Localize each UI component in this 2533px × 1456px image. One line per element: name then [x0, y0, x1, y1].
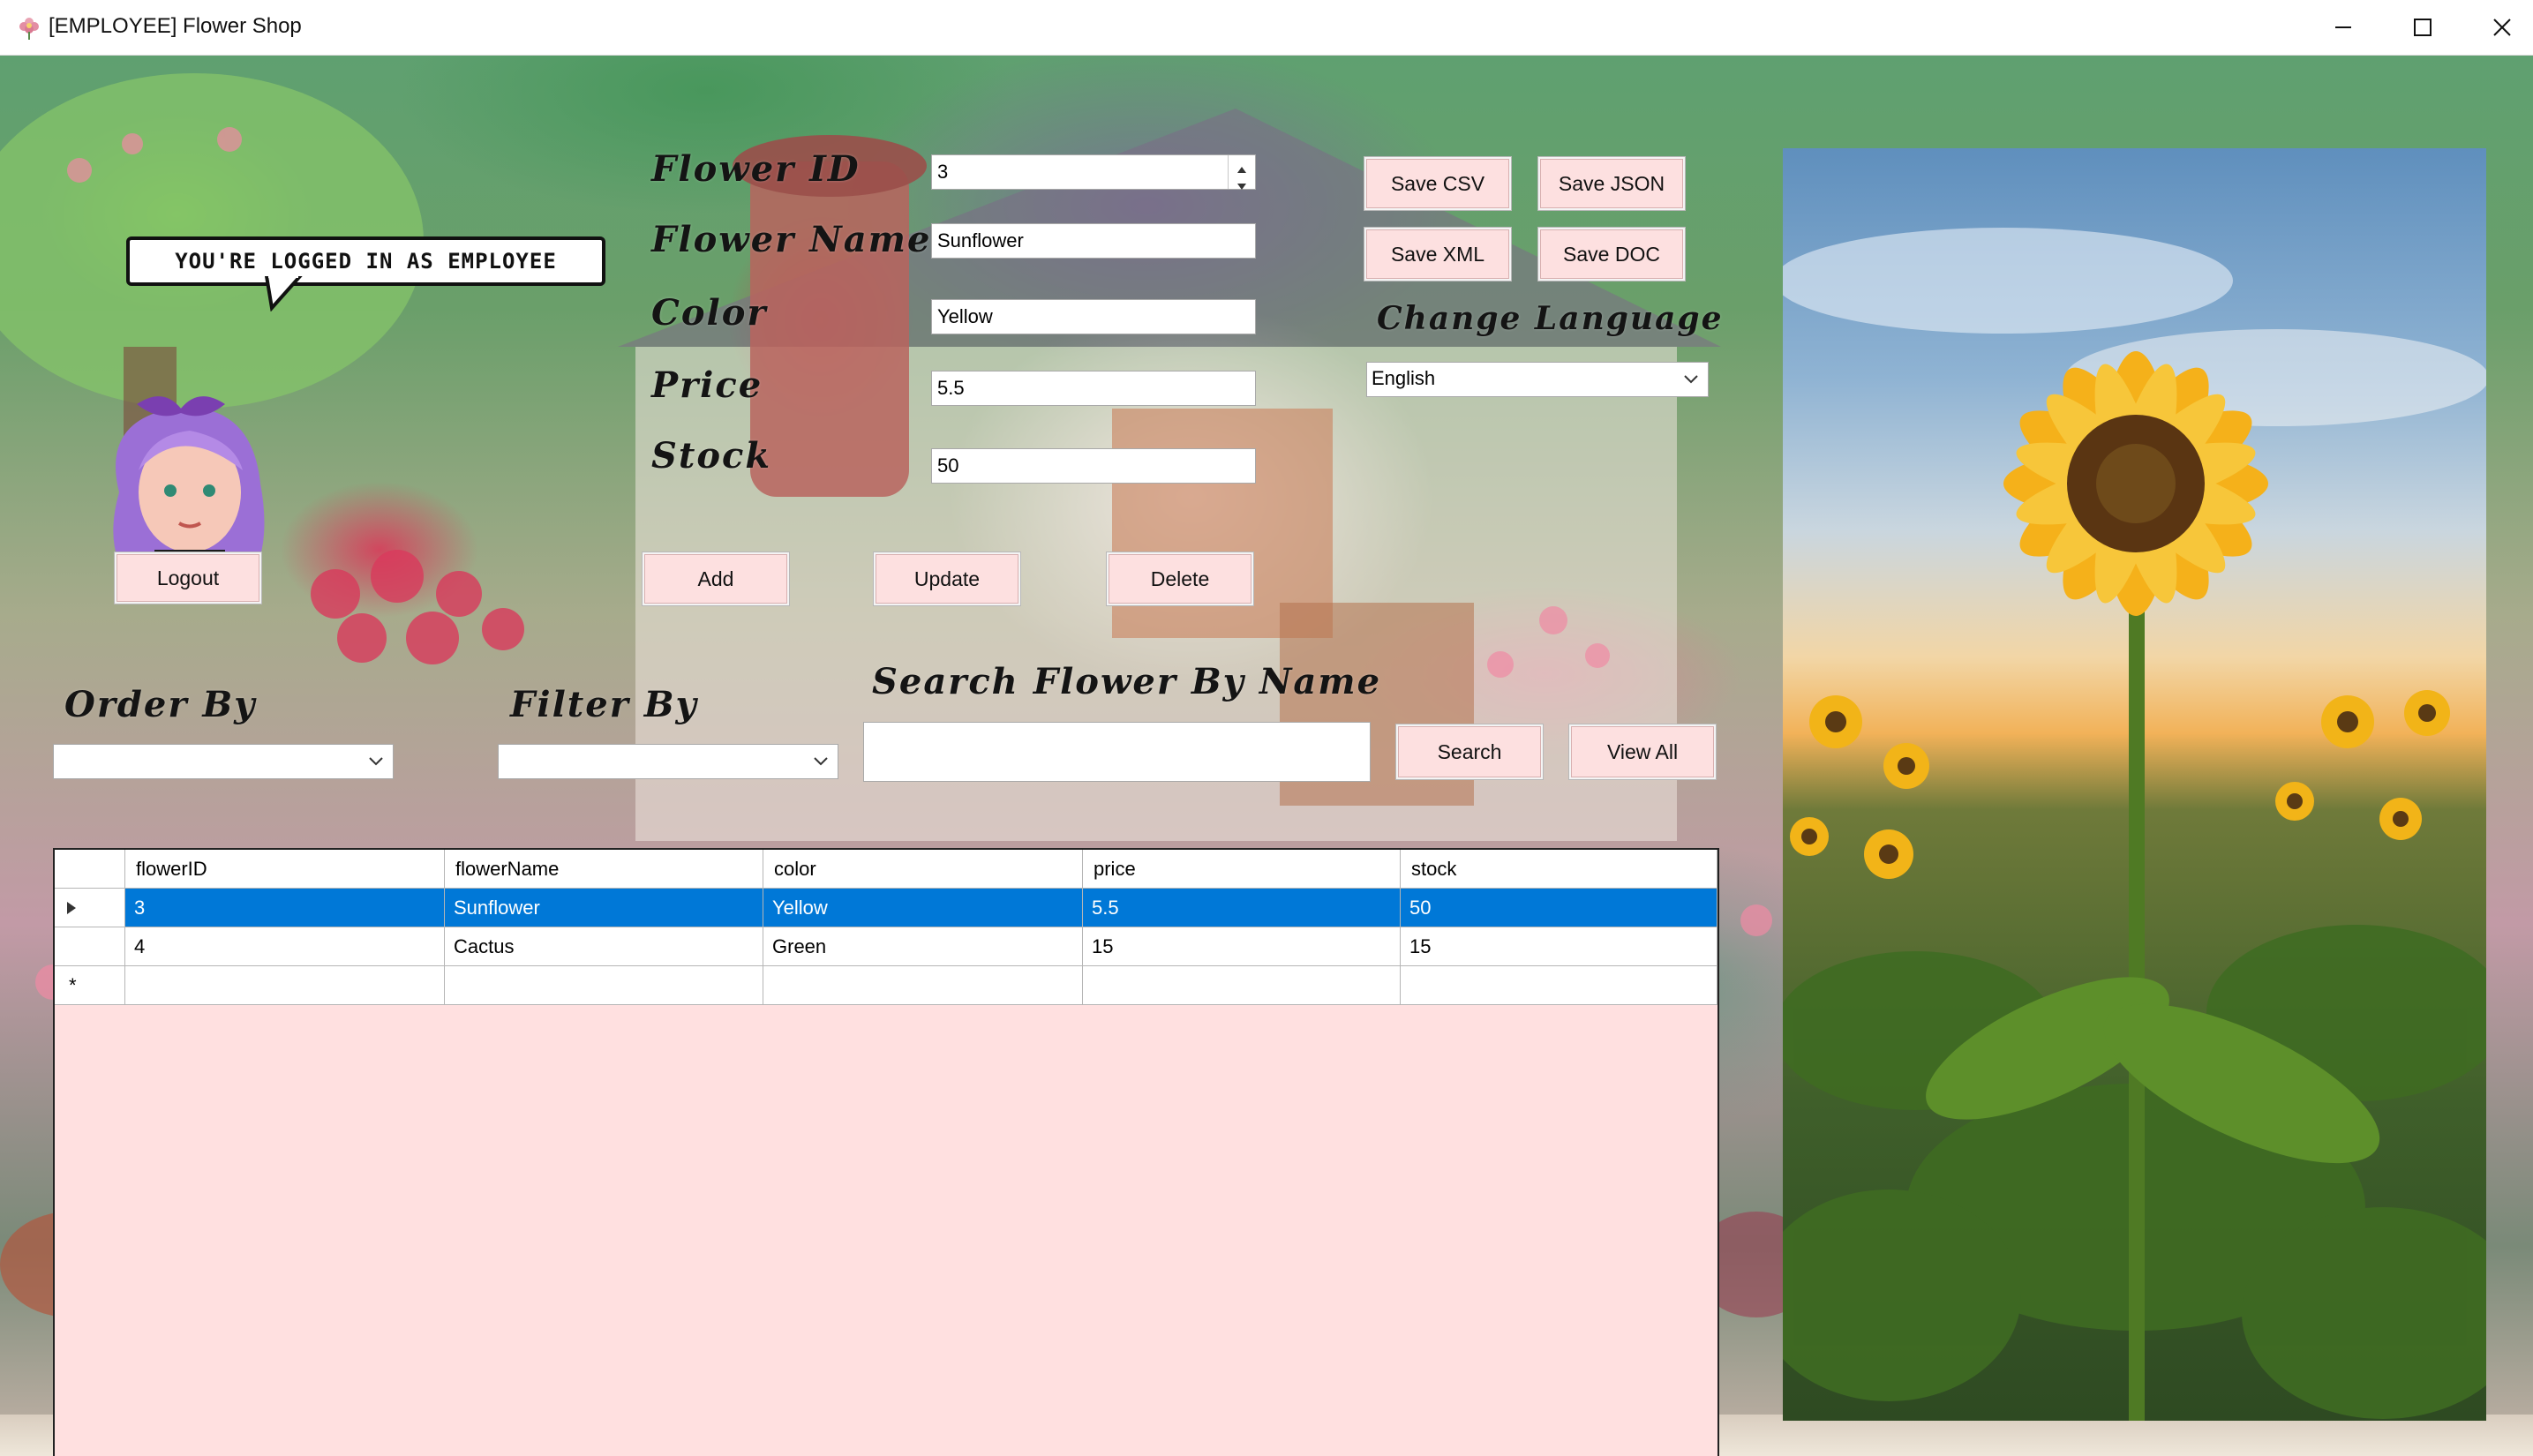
column-header-flowerid[interactable]: flowerID — [125, 850, 445, 889]
flower-photo — [1783, 148, 2486, 1421]
chevron-down-icon — [369, 757, 383, 766]
table-cell[interactable] — [763, 966, 1083, 1005]
client-area: YOU'RE LOGGED IN AS EMPLOYEE Logout Flow… — [0, 56, 2533, 1456]
row-selector[interactable] — [55, 927, 125, 966]
sunflower-image — [1783, 228, 2486, 1421]
logout-button[interactable]: Logout — [115, 552, 261, 604]
search-flower-label: Search Flower By Name — [872, 661, 1382, 702]
maximize-button[interactable] — [2387, 5, 2458, 49]
table-cell[interactable]: 4 — [125, 927, 445, 966]
save-doc-button[interactable]: Save DOC — [1538, 228, 1685, 281]
delete-button[interactable]: Delete — [1107, 552, 1253, 605]
chevron-down-icon — [1684, 375, 1698, 384]
row-header-corner — [55, 850, 125, 889]
column-header-price[interactable]: price — [1083, 850, 1401, 889]
flower-name-label: Flower Name — [651, 219, 932, 260]
table-cell[interactable]: Cactus — [445, 927, 763, 966]
minimize-button[interactable] — [2308, 5, 2379, 49]
order-by-label: Order By — [64, 684, 257, 725]
flower-app-icon — [19, 18, 39, 40]
table-cell[interactable] — [125, 966, 445, 1005]
view-all-button[interactable]: View All — [1569, 724, 1716, 779]
stock-label: Stock — [651, 435, 772, 477]
language-selected: English — [1372, 367, 1436, 389]
table-cell[interactable]: Green — [763, 927, 1083, 966]
chevron-down-icon — [1237, 184, 1246, 190]
maximize-icon — [2414, 19, 2432, 36]
table-row[interactable]: 4 Cactus Green 15 15 — [55, 927, 1717, 966]
bubble-tail — [265, 276, 303, 311]
flower-id-label: Flower ID — [651, 148, 861, 190]
save-csv-button[interactable]: Save CSV — [1364, 157, 1511, 210]
filter-by-select[interactable] — [498, 744, 838, 779]
table-cell[interactable]: Yellow — [763, 889, 1083, 927]
minimize-icon — [2335, 26, 2351, 28]
stepper-buttons — [1228, 155, 1255, 190]
column-header-flowername[interactable]: flowerName — [445, 850, 763, 889]
window-title: [EMPLOYEE] Flower Shop — [49, 14, 302, 38]
search-button[interactable]: Search — [1396, 724, 1543, 779]
close-icon — [2493, 19, 2511, 36]
table-cell[interactable] — [1083, 966, 1401, 1005]
stepper-up-button[interactable] — [1229, 155, 1255, 173]
save-xml-button[interactable]: Save XML — [1364, 228, 1511, 281]
price-input[interactable]: 5.5 — [931, 371, 1256, 406]
column-header-stock[interactable]: stock — [1401, 850, 1717, 889]
grid-header-row: flowerID flowerName color price stock — [55, 850, 1717, 889]
table-cell[interactable]: 15 — [1083, 927, 1401, 966]
column-header-color[interactable]: color — [763, 850, 1083, 889]
filter-by-label: Filter By — [510, 684, 698, 725]
table-cell[interactable] — [445, 966, 763, 1005]
add-button[interactable]: Add — [643, 552, 789, 605]
flower-name-input[interactable]: Sunflower — [931, 223, 1256, 259]
table-cell[interactable]: 15 — [1401, 927, 1717, 966]
current-row-arrow-icon — [67, 902, 76, 914]
table-cell[interactable]: Sunflower — [445, 889, 763, 927]
row-selector[interactable] — [55, 889, 125, 927]
logged-in-bubble: YOU'RE LOGGED IN AS EMPLOYEE — [126, 236, 605, 286]
chevron-down-icon — [814, 757, 828, 766]
flower-id-value: 3 — [937, 161, 949, 183]
table-row[interactable]: 3 Sunflower Yellow 5.5 50 — [55, 889, 1717, 927]
table-cell[interactable]: 50 — [1401, 889, 1717, 927]
stepper-down-button[interactable] — [1229, 172, 1255, 190]
language-select[interactable]: English — [1366, 362, 1709, 397]
close-button[interactable] — [2467, 5, 2533, 49]
table-cell[interactable]: 5.5 — [1083, 889, 1401, 927]
save-json-button[interactable]: Save JSON — [1538, 157, 1685, 210]
color-input[interactable]: Yellow — [931, 299, 1256, 334]
flower-id-stepper[interactable]: 3 — [931, 154, 1256, 190]
flower-data-grid[interactable]: flowerID flowerName color price stock 3 … — [53, 848, 1719, 1456]
table-cell[interactable] — [1401, 966, 1717, 1005]
color-label: Color — [651, 292, 768, 334]
new-row[interactable]: * — [55, 966, 1717, 1005]
order-by-select[interactable] — [53, 744, 394, 779]
new-row-marker[interactable]: * — [55, 966, 125, 1005]
table-cell[interactable]: 3 — [125, 889, 445, 927]
stock-input[interactable]: 50 — [931, 448, 1256, 484]
update-button[interactable]: Update — [874, 552, 1020, 605]
change-language-label: Change Language — [1377, 300, 1724, 337]
price-label: Price — [651, 364, 763, 406]
title-bar: [EMPLOYEE] Flower Shop — [0, 0, 2533, 56]
search-input[interactable] — [863, 722, 1371, 782]
